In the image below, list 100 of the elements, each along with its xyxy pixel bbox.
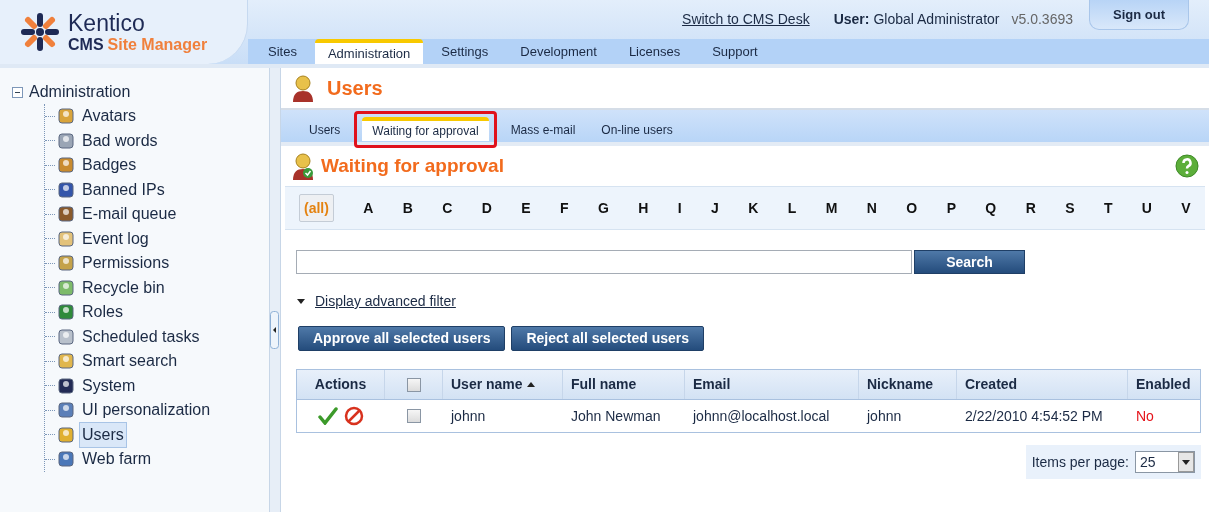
letter-filter[interactable]: C bbox=[442, 197, 453, 219]
nav-tab[interactable]: Licenses bbox=[612, 39, 697, 64]
item-icon bbox=[57, 376, 75, 395]
item-icon bbox=[57, 425, 75, 444]
items-per-page-select[interactable]: 25 bbox=[1135, 451, 1195, 473]
item-icon bbox=[57, 254, 75, 273]
table-cell: John Newman bbox=[571, 407, 661, 424]
advanced-filter-link[interactable]: Display advanced filter bbox=[315, 291, 456, 312]
user-label: User: bbox=[833, 10, 870, 29]
tree-item[interactable]: Bad words bbox=[79, 128, 161, 153]
bulk-action-button[interactable]: Approve all selected users bbox=[298, 326, 506, 351]
tree-item[interactable]: Banned IPs bbox=[79, 177, 168, 202]
letter-filter[interactable]: F bbox=[560, 197, 569, 219]
dropdown-icon bbox=[1178, 452, 1194, 472]
search-button[interactable]: Search bbox=[914, 250, 1025, 274]
letter-filter[interactable]: A bbox=[363, 197, 374, 219]
letter-filter[interactable]: U bbox=[1141, 197, 1152, 219]
tree-item[interactable]: Smart search bbox=[79, 349, 181, 374]
tree-item[interactable]: Scheduled tasks bbox=[79, 324, 203, 349]
letter-filter[interactable]: H bbox=[638, 197, 649, 219]
user-name: Global Administrator bbox=[873, 10, 1000, 29]
item-icon bbox=[57, 229, 75, 248]
tree-item[interactable]: Recycle bin bbox=[79, 275, 168, 300]
column-header[interactable]: Created bbox=[965, 374, 1018, 395]
item-icon bbox=[57, 180, 75, 199]
letter-filter[interactable]: T bbox=[1103, 197, 1113, 219]
item-icon bbox=[57, 156, 75, 175]
letter-filter[interactable]: N bbox=[866, 197, 877, 219]
approve-icon bbox=[318, 407, 338, 425]
logo-product-prefix: CMS bbox=[68, 36, 104, 53]
sub-tab[interactable]: Users bbox=[303, 118, 347, 142]
letter-filter[interactable]: L bbox=[787, 197, 797, 219]
letter-filter[interactable]: D bbox=[481, 197, 492, 219]
bulk-action-button[interactable]: Reject all selected users bbox=[511, 326, 705, 351]
item-icon bbox=[57, 131, 75, 150]
nav-tab[interactable]: Sites bbox=[252, 39, 313, 64]
tree-item[interactable]: E-mail queue bbox=[79, 202, 180, 227]
logo-icon bbox=[20, 12, 60, 52]
checkbox[interactable] bbox=[406, 377, 421, 392]
item-icon bbox=[57, 450, 75, 469]
collapse-toggle[interactable] bbox=[12, 86, 23, 98]
letter-filter[interactable]: Q bbox=[985, 197, 997, 219]
tree-item[interactable]: UI personalization bbox=[79, 398, 214, 423]
table-cell: No bbox=[1136, 407, 1154, 424]
letter-filter[interactable]: O bbox=[906, 197, 918, 219]
search-field[interactable] bbox=[296, 250, 912, 274]
tree-item[interactable]: Avatars bbox=[79, 104, 139, 129]
letter-filter[interactable]: K bbox=[748, 197, 759, 219]
letter-filter[interactable]: S bbox=[1065, 197, 1075, 219]
column-header[interactable]: Full name bbox=[571, 374, 637, 395]
letter-filter[interactable]: V bbox=[1181, 197, 1191, 219]
tree-item[interactable]: Roles bbox=[79, 300, 126, 325]
item-icon bbox=[57, 205, 75, 224]
tree-item[interactable]: Users bbox=[79, 421, 127, 448]
letter-filter[interactable]: I bbox=[677, 197, 682, 219]
column-header[interactable]: Email bbox=[693, 374, 731, 395]
sub-tab[interactable]: On-line users bbox=[595, 118, 679, 142]
tree-item[interactable]: System bbox=[79, 373, 139, 398]
column-header[interactable]: User name bbox=[451, 374, 523, 395]
nav-tab[interactable]: Development bbox=[504, 39, 613, 64]
table-cell: 2/22/2010 4:54:52 PM bbox=[965, 407, 1103, 424]
version-text: v5.0.3693 bbox=[1011, 10, 1073, 29]
letter-filter[interactable]: B bbox=[402, 197, 413, 219]
item-icon bbox=[57, 401, 75, 420]
letter-filter[interactable]: J bbox=[711, 197, 719, 219]
logo-product-name: Site Manager bbox=[107, 36, 208, 53]
tree-item[interactable]: Permissions bbox=[79, 251, 173, 276]
item-icon bbox=[57, 352, 75, 371]
item-icon bbox=[57, 327, 75, 346]
tree-item[interactable]: Event log bbox=[79, 226, 152, 251]
item-icon bbox=[57, 107, 75, 126]
pager-label: Items per page: bbox=[1031, 452, 1129, 472]
letter-filter[interactable]: R bbox=[1025, 197, 1036, 219]
item-icon bbox=[57, 278, 75, 297]
tree-item[interactable]: Badges bbox=[79, 153, 140, 178]
column-header[interactable]: Actions bbox=[314, 374, 367, 395]
nav-tab[interactable]: Administration bbox=[314, 39, 424, 64]
letter-filter[interactable]: E bbox=[521, 197, 531, 219]
letter-filter[interactable]: M bbox=[825, 197, 838, 219]
item-icon bbox=[57, 303, 75, 322]
column-header[interactable]: Enabled bbox=[1136, 374, 1191, 395]
nav-tab[interactable]: Support bbox=[696, 39, 774, 64]
letter-filter[interactable]: P bbox=[946, 197, 956, 219]
sub-tab[interactable]: Waiting for approval bbox=[362, 117, 489, 141]
sign-out-button[interactable]: Sign out bbox=[1089, 0, 1189, 30]
section-title: Waiting for approval bbox=[321, 153, 505, 178]
switch-link[interactable]: Switch to CMS Desk bbox=[682, 9, 810, 30]
table-cell: johnn@localhost.local bbox=[693, 407, 830, 424]
checkbox[interactable] bbox=[407, 409, 421, 423]
letter-filter[interactable]: G bbox=[598, 197, 609, 219]
table-cell: johnn bbox=[867, 407, 902, 424]
column-header[interactable]: Nickname bbox=[867, 374, 934, 395]
table-cell: johnn bbox=[451, 407, 486, 424]
sub-tab[interactable]: Mass e-mail bbox=[504, 118, 582, 142]
reject-icon bbox=[344, 406, 364, 426]
tree-item[interactable]: Web farm bbox=[79, 447, 155, 472]
caret-icon bbox=[297, 298, 305, 305]
nav-tab[interactable]: Settings bbox=[425, 39, 505, 64]
person-icon bbox=[291, 73, 315, 103]
tree-item[interactable]: Administration bbox=[29, 80, 131, 104]
